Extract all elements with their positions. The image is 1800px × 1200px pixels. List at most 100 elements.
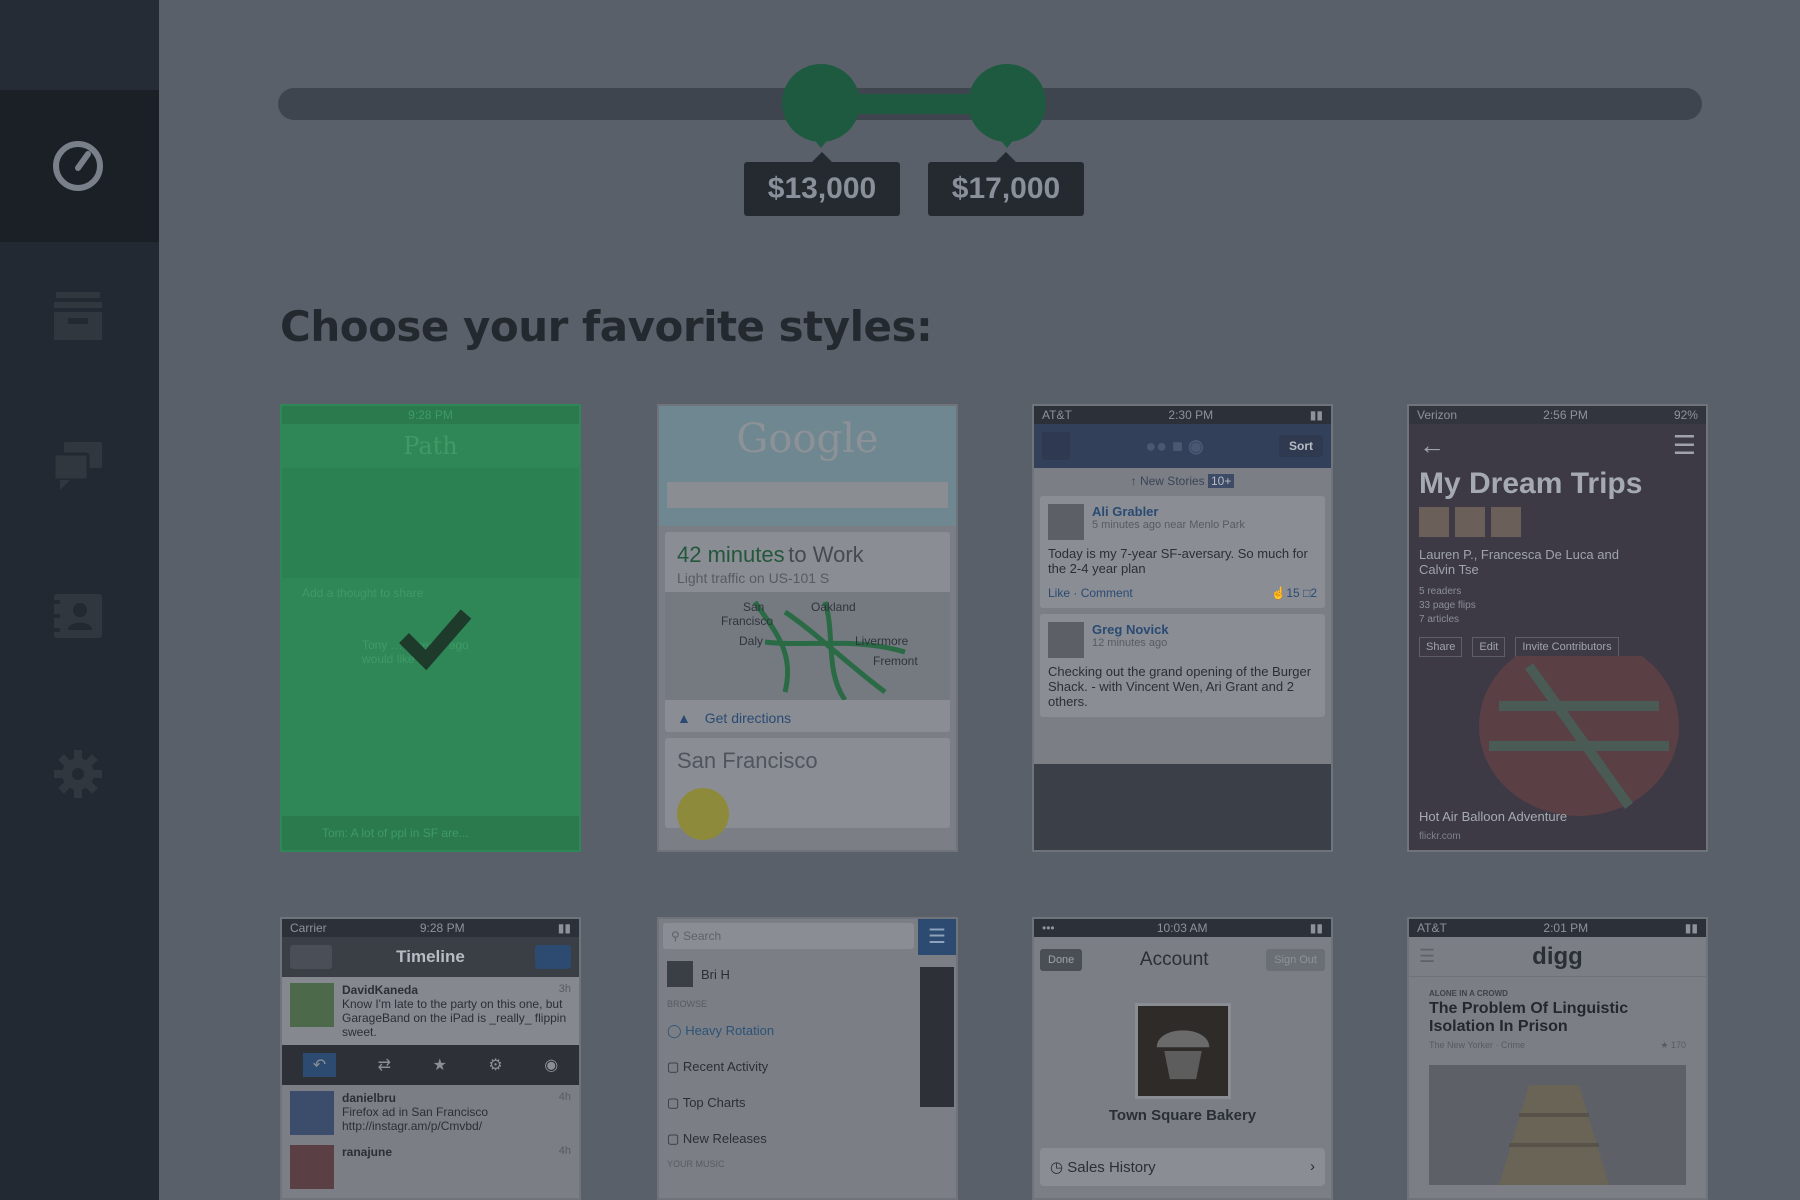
stat-articles: 7 articles xyxy=(1419,614,1460,625)
style-card-google-now[interactable]: Google 42 minutes to Work Light traffic … xyxy=(657,404,958,852)
feed-footer: Tom: A lot of ppl in SF are... xyxy=(282,816,579,850)
chat-icon[interactable] xyxy=(50,438,106,494)
battery-icon: ▮▮ xyxy=(1684,921,1698,935)
friends-icon[interactable]: ●● ■ ◉ xyxy=(1145,436,1203,457)
price-min-handle[interactable] xyxy=(782,64,860,148)
story-source: flickr.com xyxy=(1419,831,1461,842)
search-input[interactable]: Search xyxy=(683,929,721,943)
sidebar-header xyxy=(0,0,159,90)
avatar xyxy=(1419,507,1449,537)
section-label: BROWSE xyxy=(667,999,708,1009)
signal-icon: ••• xyxy=(1042,921,1055,935)
status-time: 2:01 PM xyxy=(1543,921,1589,935)
map-label: Francisco xyxy=(721,614,774,628)
story-section: Crime xyxy=(1501,1040,1526,1050)
status-time: 10:03 AM xyxy=(1156,921,1208,935)
gauge-icon[interactable] xyxy=(50,138,106,194)
style-card-digg[interactable]: AT&T 2:01 PM ▮▮ ☰ digg ALONE IN A CROWD … xyxy=(1407,917,1708,1200)
gear-icon[interactable] xyxy=(50,746,106,802)
menu-icon[interactable]: ☰ xyxy=(1673,430,1696,461)
post-text: Checking out the grand opening of the Bu… xyxy=(1048,664,1312,709)
search-input[interactable] xyxy=(667,482,948,508)
battery-icon: ▮▮ xyxy=(1309,408,1323,422)
section-heading: Choose your favorite styles: xyxy=(280,302,933,351)
tweet-time: 3h xyxy=(558,983,571,995)
style-card-square[interactable]: ••• 10:03 AM ▮▮ Done Account Sign Out To… xyxy=(1032,917,1333,1200)
rotation-icon: ◯ xyxy=(667,1023,682,1038)
star-icon[interactable]: ★ xyxy=(433,1055,447,1075)
post-meta: 12 minutes ago xyxy=(1092,637,1168,649)
status-time: 2:56 PM xyxy=(1543,408,1588,422)
price-max-handle[interactable] xyxy=(968,64,1046,148)
post-author[interactable]: Ali Grabler xyxy=(1092,504,1245,519)
clock-icon: ◷ xyxy=(1050,1159,1064,1176)
menu-icon[interactable]: ☰ xyxy=(1419,946,1435,967)
status-time: 2:30 PM xyxy=(1168,408,1214,422)
share-button[interactable]: Share xyxy=(1419,637,1463,657)
avatar xyxy=(1455,507,1485,537)
reply-icon[interactable]: ↶ xyxy=(302,1053,337,1077)
done-button[interactable]: Done xyxy=(1040,949,1083,971)
battery-icon: ▮▮ xyxy=(557,921,571,935)
tweet-author[interactable]: DavidKaneda xyxy=(342,983,418,997)
traffic-map: San Francisco Oakland Daly Livermore Fre… xyxy=(665,592,950,700)
album-art xyxy=(920,967,954,1107)
settings-icon[interactable]: ⚙ xyxy=(488,1055,502,1075)
style-card-flipboard[interactable]: Verizon 2:56 PM 92% ← ☰ My Dream Trips L… xyxy=(1407,404,1708,852)
stat-readers: 5 readers xyxy=(1419,586,1462,597)
menu-icon[interactable] xyxy=(1042,432,1070,460)
nav-recent-activity[interactable]: Recent Activity xyxy=(683,1059,768,1074)
style-card-facebook[interactable]: AT&T 2:30 PM ▮▮ ●● ■ ◉ Sort ↑ New Storie… xyxy=(1032,404,1333,852)
post-author[interactable]: Greg Novick xyxy=(1092,622,1169,637)
directions-link[interactable]: Get directions xyxy=(705,710,791,726)
retweet-icon[interactable]: ⇄ xyxy=(378,1055,391,1075)
tweet-author[interactable]: ranajune xyxy=(342,1145,392,1189)
style-card-path[interactable]: 9:28 PM Path Add a thought to share Tony… xyxy=(280,404,581,852)
like-link[interactable]: Like xyxy=(1048,586,1070,600)
map-label: Daly xyxy=(739,634,764,648)
eye-icon[interactable]: ◉ xyxy=(544,1055,558,1075)
sort-button[interactable]: Sort xyxy=(1278,435,1323,457)
digg-count: 170 xyxy=(1670,1040,1686,1050)
magazine-authors: Lauren P., Francesca De Luca and Calvin … xyxy=(1419,547,1619,577)
post-text: Today is my 7-year SF-aversary. So much … xyxy=(1048,546,1308,576)
digg-logo: digg xyxy=(1532,942,1583,970)
style-card-tweetbot[interactable]: Carrier 9:28 PM ▮▮ Timeline DavidKaneda 3… xyxy=(280,917,581,1200)
status-bar: 9:28 PM xyxy=(282,406,579,424)
comment-link[interactable]: Comment xyxy=(1081,586,1133,600)
avatar xyxy=(1048,504,1084,540)
story-kicker: ALONE IN A CROWD xyxy=(1429,989,1508,998)
checkmark-icon xyxy=(399,609,472,671)
nav-top-charts[interactable]: Top Charts xyxy=(683,1095,746,1110)
compose-icon[interactable] xyxy=(535,945,571,969)
profile-icon[interactable] xyxy=(290,945,332,969)
invite-button[interactable]: Invite Contributors xyxy=(1515,637,1619,657)
nav-new-releases[interactable]: New Releases xyxy=(683,1131,767,1146)
carrier-label: AT&T xyxy=(1417,921,1447,935)
calendar-icon: ▢ xyxy=(667,1131,680,1146)
google-logo: Google xyxy=(736,416,879,462)
back-arrow-icon[interactable]: ← xyxy=(1419,430,1445,461)
inbox-icon[interactable] xyxy=(50,288,106,344)
cupcake-logo xyxy=(1134,1003,1231,1099)
tweet-author[interactable]: danielbru xyxy=(342,1091,396,1105)
sign-out-button[interactable]: Sign Out xyxy=(1266,949,1325,971)
contact-card-icon[interactable] xyxy=(50,588,106,644)
avatar xyxy=(667,961,693,987)
new-stories-label[interactable]: New Stories xyxy=(1140,474,1205,488)
nav-heavy-rotation[interactable]: Heavy Rotation xyxy=(685,1023,774,1038)
sun-icon xyxy=(677,788,729,840)
edit-button[interactable]: Edit xyxy=(1472,637,1506,657)
map-label: Fremont xyxy=(873,654,918,668)
user-name[interactable]: Bri H xyxy=(701,967,730,982)
story-headline[interactable]: The Problem Of Linguistic Isolation In P… xyxy=(1429,1000,1686,1036)
style-card-rdio[interactable]: ⚲ Search Bri H BROWSE ◯ Heavy Rotation ▢… xyxy=(657,917,958,1200)
avatar xyxy=(290,983,334,1027)
price-max-label: $17,000 xyxy=(928,152,1084,216)
sales-history-row[interactable]: Sales History xyxy=(1067,1159,1155,1176)
avatar xyxy=(1491,507,1521,537)
menu-icon[interactable]: ☰ xyxy=(918,919,956,955)
magazine-title: My Dream Trips xyxy=(1419,467,1643,500)
commute-time: 42 minutes xyxy=(677,542,785,567)
account-title: Account xyxy=(1139,949,1209,970)
